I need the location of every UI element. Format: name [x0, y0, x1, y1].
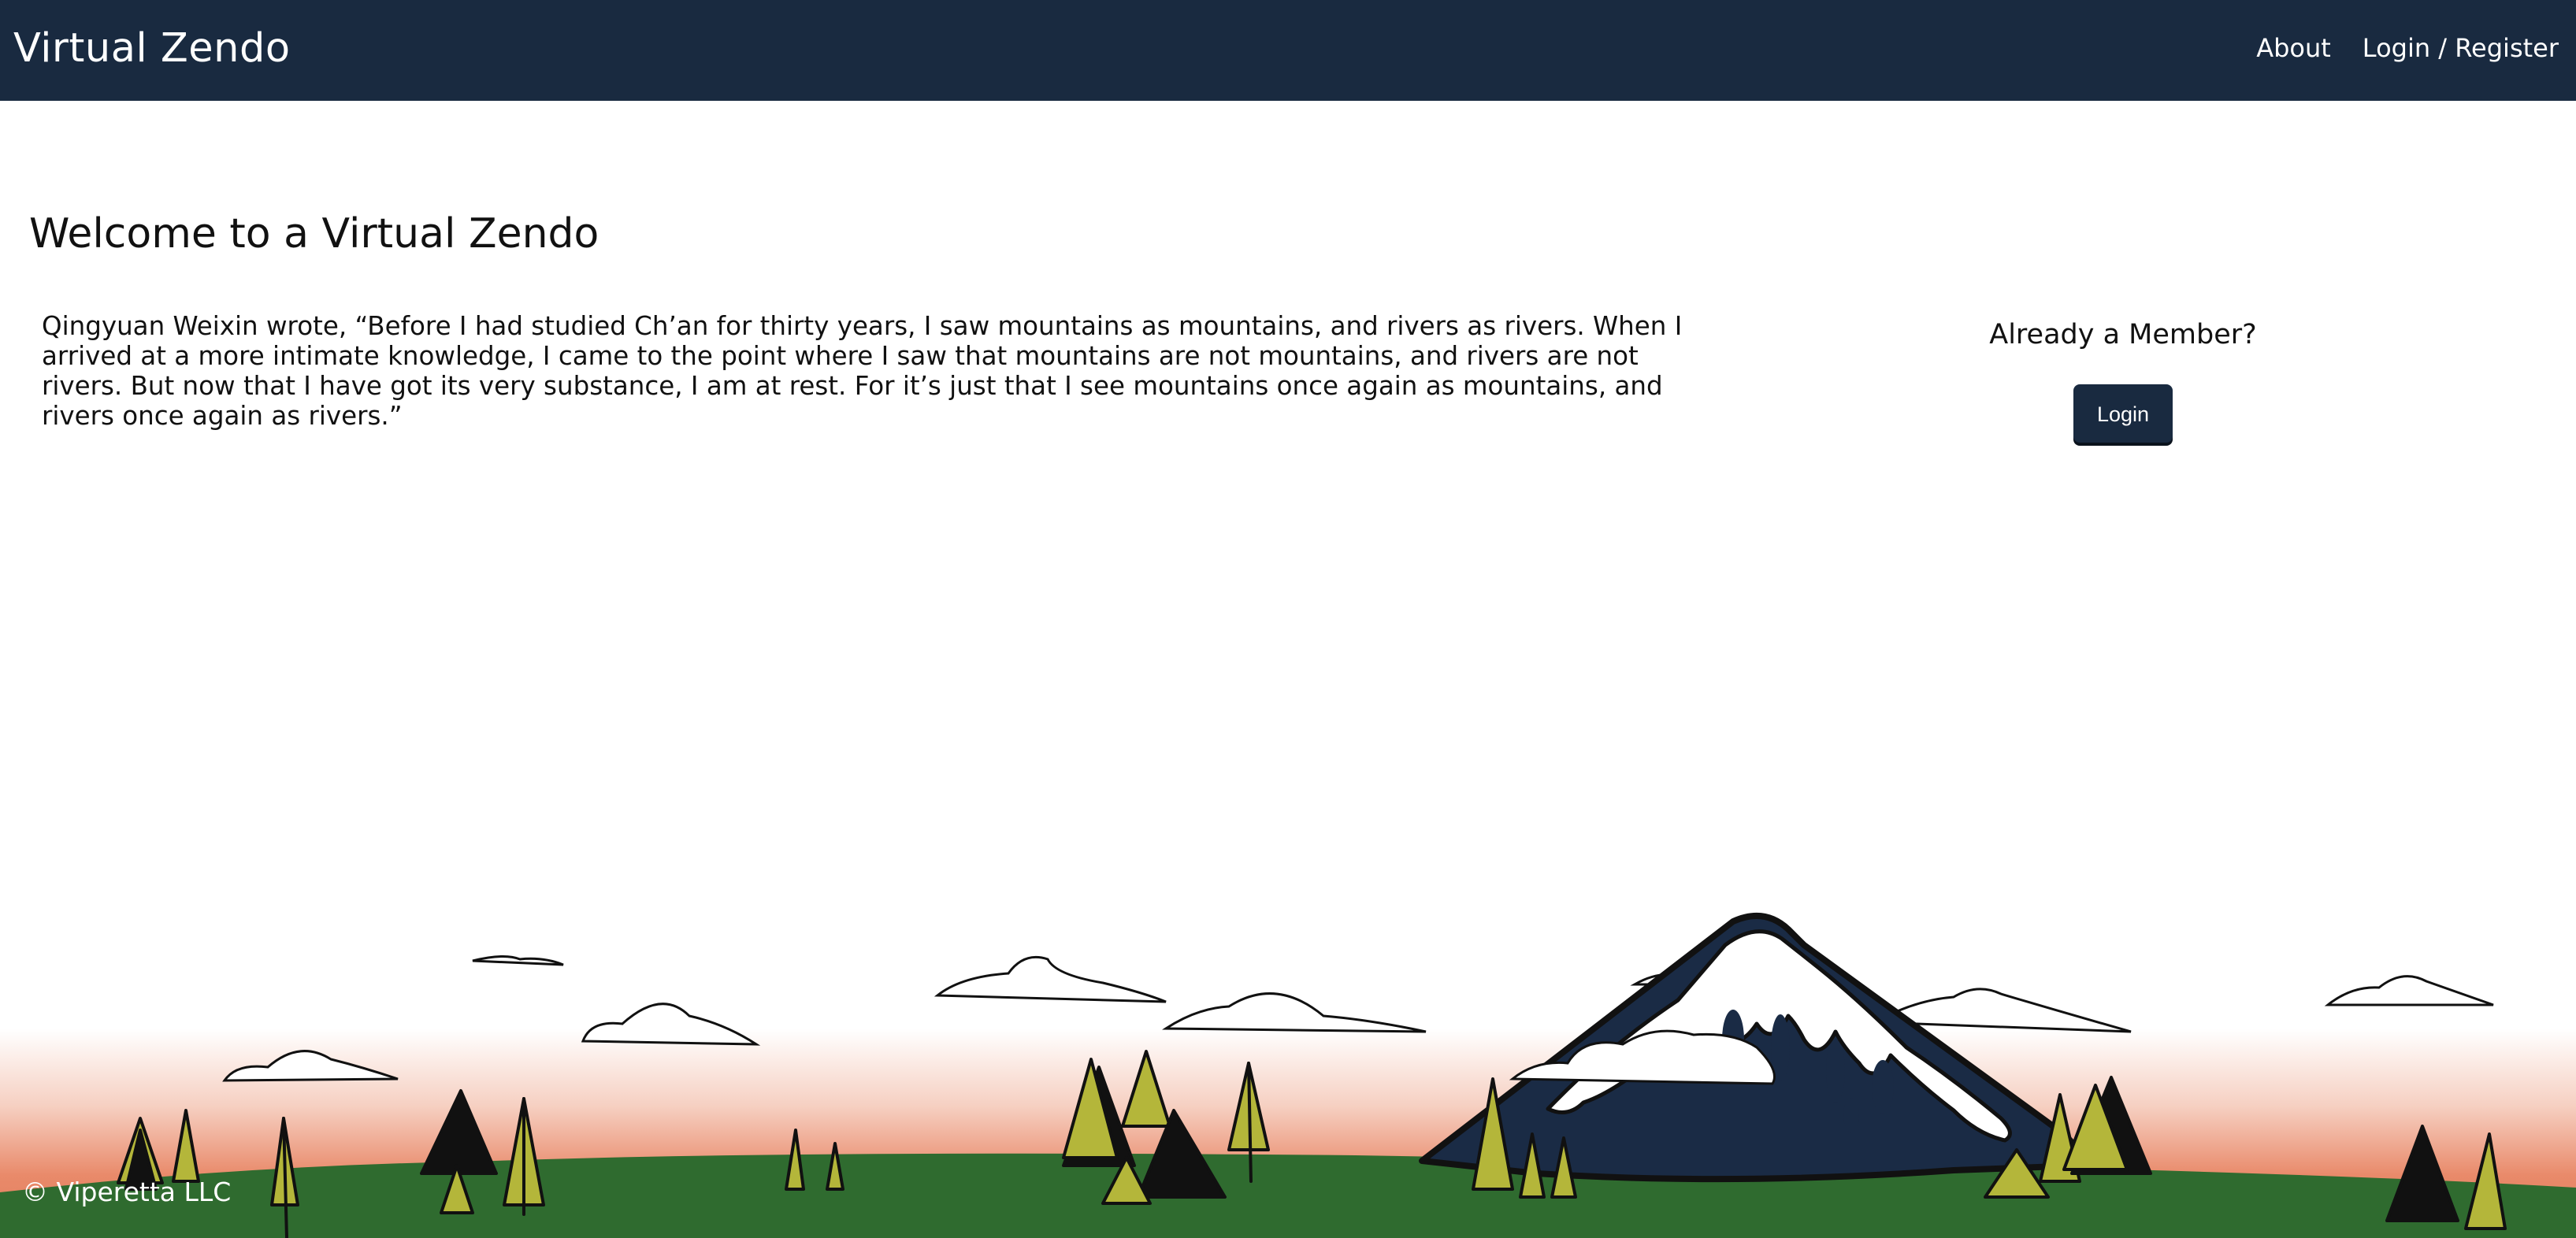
- site-brand-link[interactable]: Virtual Zendo: [13, 21, 291, 76]
- zen-quote: Qingyuan Weixin wrote, “Before I had stu…: [42, 311, 1683, 431]
- page-title: Welcome to a Virtual Zendo: [29, 210, 599, 258]
- nav-links: About Login / Register: [2256, 32, 2559, 65]
- nav-login-register-link[interactable]: Login / Register: [2363, 32, 2559, 65]
- landscape-illustration: [0, 890, 2576, 1238]
- member-heading: Already a Member?: [1989, 319, 2257, 350]
- footer-copyright: © Viperetta LLC: [22, 1177, 232, 1207]
- login-button[interactable]: Login: [2073, 384, 2173, 443]
- nav-about-link[interactable]: About: [2256, 32, 2331, 65]
- top-navbar: Virtual Zendo About Login / Register: [0, 0, 2576, 101]
- member-login-panel: Already a Member? Login: [1938, 315, 2308, 443]
